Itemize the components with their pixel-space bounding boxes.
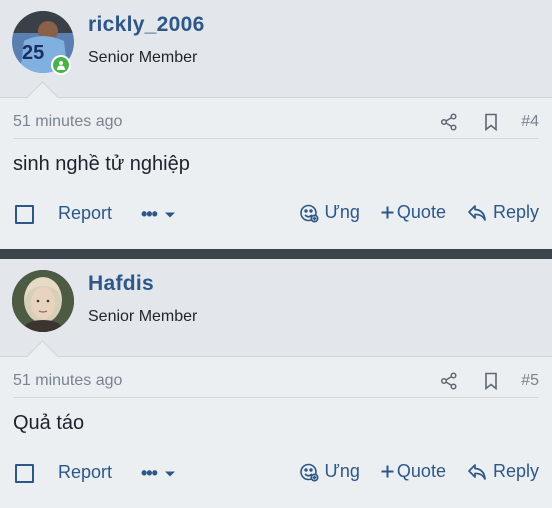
quote-label: Quote <box>396 202 446 222</box>
post-time[interactable]: 51 minutes ago <box>13 113 122 131</box>
smiley-react-icon <box>299 463 319 482</box>
post-number[interactable]: #4 <box>521 113 539 131</box>
message-post: 25 rickly_2006 Senior Member 51 minutes … <box>0 0 552 249</box>
username-link[interactable]: rickly_2006 <box>88 13 205 37</box>
react-button[interactable]: Ưng <box>299 461 360 482</box>
bookmark-icon[interactable] <box>481 112 501 132</box>
user-title: Senior Member <box>88 49 198 66</box>
quote-button[interactable]: Quote <box>381 202 446 223</box>
share-icon[interactable] <box>439 371 459 391</box>
message-actions: Report ••• Ưng Quote Reply <box>13 461 539 489</box>
react-button[interactable]: Ưng <box>299 202 360 223</box>
message-post: Hafdis Senior Member 51 minutes ago #5 Q… <box>0 259 552 508</box>
more-options-button[interactable]: ••• <box>141 463 176 484</box>
report-button[interactable]: Report <box>58 462 112 483</box>
reply-label: Reply <box>492 461 539 481</box>
online-status-badge <box>51 55 71 75</box>
avatar[interactable] <box>12 270 74 332</box>
message-attribution: 51 minutes ago #4 <box>13 110 539 139</box>
message-arrow <box>26 81 59 114</box>
report-button[interactable]: Report <box>58 203 112 224</box>
reply-arrow-icon <box>468 463 486 480</box>
svg-text:25: 25 <box>22 42 44 64</box>
plus-icon <box>381 465 394 478</box>
post-number[interactable]: #5 <box>521 372 539 390</box>
quote-button[interactable]: Quote <box>381 461 446 482</box>
smiley-react-icon <box>299 204 319 223</box>
reply-button[interactable]: Reply <box>467 202 539 223</box>
username-link[interactable]: Hafdis <box>88 272 154 296</box>
more-dots: ••• <box>141 204 158 224</box>
post-time[interactable]: 51 minutes ago <box>13 372 122 390</box>
message-user-header: 25 rickly_2006 Senior Member <box>0 0 552 114</box>
user-title: Senior Member <box>88 308 198 325</box>
reply-label: Reply <box>492 202 539 222</box>
quote-label: Quote <box>396 461 446 481</box>
user-icon <box>57 61 65 70</box>
react-label: Ưng <box>324 461 360 481</box>
more-options-button[interactable]: ••• <box>141 204 176 225</box>
plus-icon <box>381 206 394 219</box>
share-icon[interactable] <box>439 112 459 132</box>
post-divider <box>0 249 552 259</box>
message-attribution: 51 minutes ago #5 <box>13 369 539 398</box>
message-body: sinh nghề tử nghiệp <box>13 153 190 175</box>
message-user-header: Hafdis Senior Member <box>0 259 552 373</box>
message-arrow <box>26 340 59 373</box>
select-checkbox[interactable] <box>15 205 34 224</box>
more-dots: ••• <box>141 463 158 483</box>
message-actions: Report ••• Ưng Quote Reply <box>13 202 539 230</box>
message-body: Quả táo <box>13 412 85 434</box>
bookmark-icon[interactable] <box>481 371 501 391</box>
caret-down-icon <box>164 212 175 217</box>
caret-down-icon <box>164 471 175 476</box>
reply-button[interactable]: Reply <box>467 461 539 482</box>
reply-arrow-icon <box>468 204 486 221</box>
select-checkbox[interactable] <box>15 464 34 483</box>
react-label: Ưng <box>324 202 360 222</box>
